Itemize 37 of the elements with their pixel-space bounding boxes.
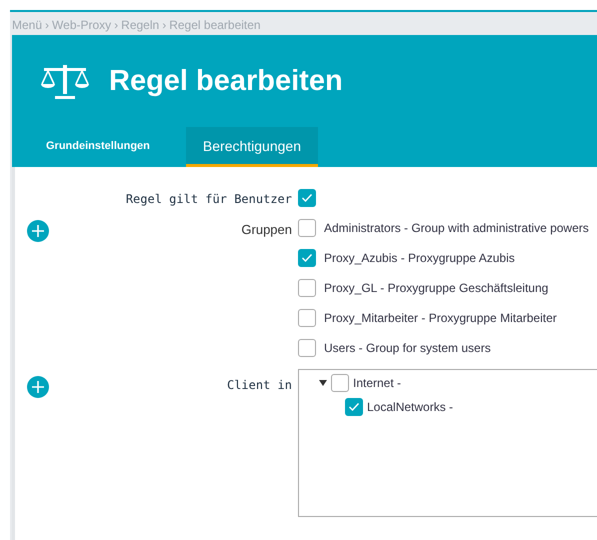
checkbox[interactable] bbox=[298, 279, 316, 297]
tree-item-label: Internet - bbox=[353, 376, 402, 390]
add-button[interactable] bbox=[27, 376, 49, 398]
checkbox[interactable] bbox=[345, 398, 363, 416]
checkbox[interactable] bbox=[298, 219, 316, 237]
breadcrumb-separator: › bbox=[162, 18, 166, 32]
breadcrumb-item[interactable]: Web-Proxy bbox=[52, 18, 112, 32]
check-icon bbox=[301, 193, 313, 203]
breadcrumb-item: Regel bearbeiten bbox=[169, 18, 261, 32]
field-label: Regel gilt für Benutzer bbox=[126, 191, 292, 206]
checkbox[interactable] bbox=[298, 309, 316, 327]
expand-arrow-icon[interactable] bbox=[319, 380, 327, 386]
page-title: Regel bearbeiten bbox=[109, 64, 343, 98]
breadcrumb-item[interactable]: Regeln bbox=[121, 18, 160, 32]
group-label: Proxy_GL - Proxygruppe Geschäftsleitung bbox=[324, 281, 548, 295]
plus-icon bbox=[31, 380, 45, 394]
checkbox[interactable] bbox=[331, 374, 349, 392]
breadcrumb-separator: › bbox=[114, 18, 118, 32]
field-label: Gruppen bbox=[241, 221, 292, 237]
checkbox[interactable] bbox=[298, 339, 316, 357]
plus-icon bbox=[31, 224, 45, 238]
checkbox[interactable] bbox=[298, 249, 316, 267]
group-label: Users - Group for system users bbox=[324, 341, 491, 355]
tab[interactable]: Grundeinstellungen bbox=[34, 127, 162, 167]
group-label: Proxy_Mitarbeiter - Proxygruppe Mitarbeiter bbox=[324, 311, 557, 325]
field-label: Client in bbox=[226, 377, 292, 392]
checkbox[interactable] bbox=[298, 189, 316, 207]
group-label: Administrators - Group with administrative powers bbox=[324, 221, 589, 235]
breadcrumb-separator: › bbox=[45, 18, 50, 32]
scales-icon bbox=[41, 62, 89, 100]
tab[interactable]: Berechtigungen bbox=[186, 127, 318, 167]
tree-item-label: LocalNetworks - bbox=[367, 400, 454, 414]
add-button[interactable] bbox=[27, 220, 49, 242]
group-label: Proxy_Azubis - Proxygruppe Azubis bbox=[324, 251, 515, 265]
breadcrumb-item[interactable]: Menü bbox=[12, 18, 42, 32]
check-icon bbox=[301, 253, 313, 263]
check-icon bbox=[348, 402, 360, 412]
